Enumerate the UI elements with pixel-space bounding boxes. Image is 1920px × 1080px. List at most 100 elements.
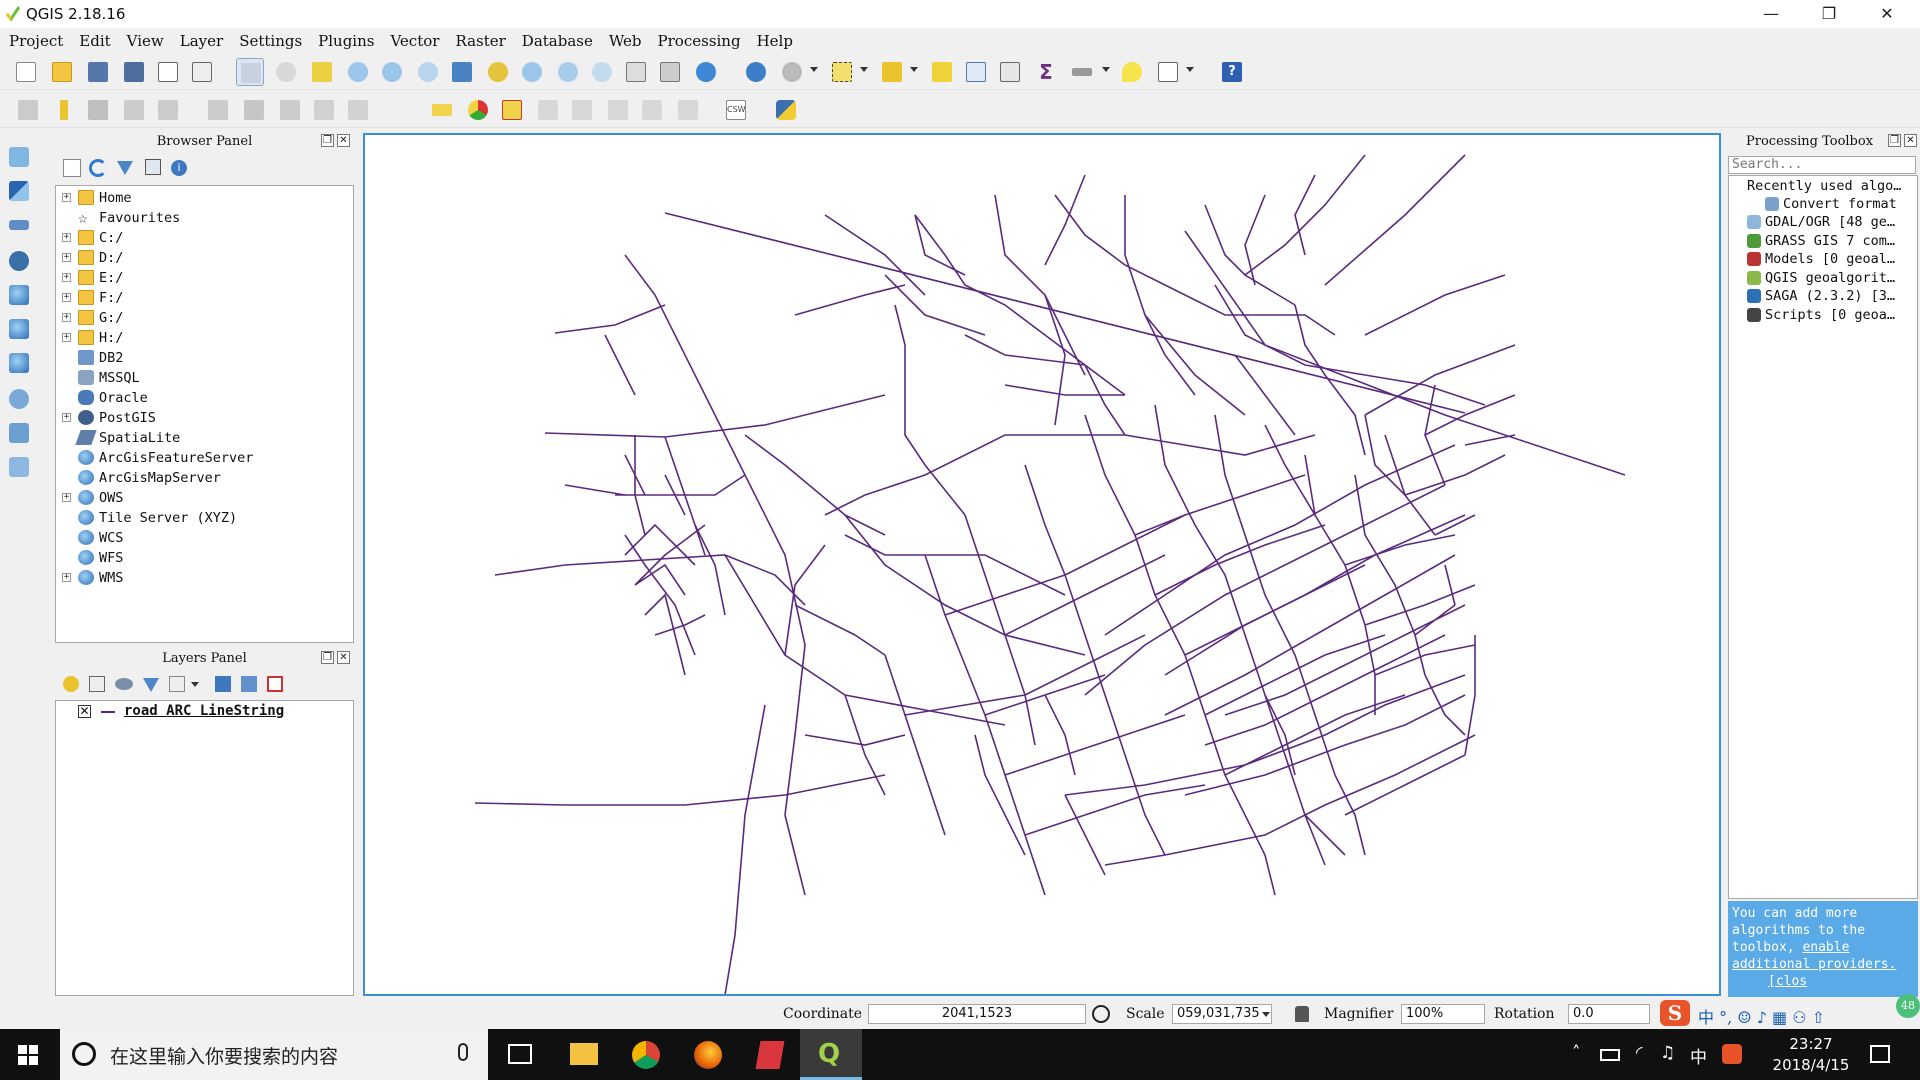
browser-item[interactable]: + OWS (56, 490, 351, 506)
menu-raster[interactable]: Raster (447, 29, 513, 50)
add-wfs-layer-icon[interactable] (6, 350, 32, 376)
qgis-taskbar[interactable]: Q (800, 1029, 862, 1080)
browser-item[interactable]: WFS (56, 550, 351, 566)
add-wcs-layer-icon[interactable] (6, 316, 32, 342)
csw-icon[interactable]: CSW (722, 96, 750, 124)
zoom-last-icon[interactable] (554, 58, 582, 86)
browser-item[interactable]: + E:/ (56, 270, 351, 286)
float-panel-button[interactable]: ❐ (321, 134, 334, 147)
windows-start-icon[interactable] (18, 1045, 38, 1065)
text-annotation-icon[interactable] (1154, 58, 1182, 86)
composer-manager-button[interactable] (188, 58, 216, 86)
browser-item[interactable]: Oracle (56, 390, 351, 406)
sogou-tray-icon[interactable] (1722, 1044, 1742, 1064)
close-toolbox-button[interactable]: ✕ (1904, 134, 1917, 147)
toggle-extents-icon[interactable] (1092, 1005, 1110, 1023)
filter-legend-icon[interactable] (143, 678, 159, 692)
run-feature-action-icon[interactable] (778, 58, 806, 86)
current-edits-icon[interactable] (14, 96, 42, 124)
tray-chevron-icon[interactable]: ˄ (1572, 1043, 1581, 1063)
firefox-taskbar[interactable] (676, 1029, 738, 1080)
browser-item[interactable]: + Home (56, 190, 351, 206)
browser-item[interactable]: ☆ Favourites (56, 210, 351, 227)
expand-icon[interactable]: + (62, 253, 71, 262)
minimize-button[interactable]: — (1742, 0, 1800, 28)
layer-styling-icon[interactable] (63, 676, 79, 692)
show-bookmarks-icon[interactable] (656, 58, 684, 86)
toolbox-item[interactable]: +GRASS GIS 7 com… (1747, 233, 1915, 251)
menu-settings[interactable]: Settings (231, 29, 310, 50)
identify-features-icon[interactable] (742, 58, 770, 86)
zoom-to-layer-icon[interactable] (518, 58, 546, 86)
browser-item[interactable]: Tile Server (XYZ) (56, 510, 351, 526)
refresh-icon[interactable] (692, 58, 720, 86)
menu-web[interactable]: Web (601, 29, 650, 50)
open-attribute-table-icon[interactable] (962, 58, 990, 86)
expand-icon[interactable]: + (62, 333, 71, 342)
battery-icon[interactable] (1600, 1049, 1620, 1061)
expand-all-icon[interactable] (215, 676, 231, 692)
action-center-icon[interactable] (1870, 1045, 1890, 1063)
add-wms-layer-icon[interactable] (6, 282, 32, 308)
zoom-in-icon[interactable] (344, 58, 372, 86)
float-layers-panel-button[interactable]: ❐ (321, 651, 334, 664)
browser-item[interactable]: + PostGIS (56, 410, 351, 426)
expand-icon[interactable]: + (62, 233, 71, 242)
toolbox-item[interactable]: +SAGA (2.3.2) [3… (1747, 288, 1915, 306)
statistical-summary-icon[interactable]: Σ (1032, 58, 1060, 86)
pan-map-button[interactable] (272, 58, 300, 86)
toolbox-search-input[interactable]: Search... (1728, 156, 1916, 174)
volume-icon[interactable]: ♫ (1660, 1043, 1675, 1063)
move-feature-icon[interactable] (154, 96, 182, 124)
add-group-icon[interactable] (89, 676, 105, 692)
layer-name[interactable]: road ARC LineString (124, 703, 284, 719)
browser-item[interactable]: ArcGisMapServer (56, 470, 351, 486)
expand-icon[interactable]: + (62, 293, 71, 302)
add-vector-layer-icon[interactable] (6, 144, 32, 170)
node-tool-icon[interactable] (204, 96, 232, 124)
pan-to-selection-button[interactable] (308, 58, 336, 86)
ime-toolbar[interactable]: 中 °, ☺ ♪ ▦ ⚇ ⇧ (1698, 1004, 1825, 1028)
browser-item[interactable]: + WMS (56, 570, 351, 586)
expand-icon[interactable]: + (62, 193, 71, 202)
field-calculator-icon[interactable] (996, 58, 1024, 86)
measure-line-icon[interactable] (1068, 58, 1096, 86)
zoom-to-selection-icon[interactable] (484, 58, 512, 86)
browser-item[interactable]: MSSQL (56, 370, 351, 386)
ime-indicator[interactable]: 中 (1690, 1043, 1707, 1068)
delete-selected-icon[interactable] (240, 96, 268, 124)
map-canvas[interactable] (363, 133, 1721, 996)
deselect-all-icon[interactable] (928, 58, 956, 86)
toolbox-item[interactable]: +Models [0 geoal… (1747, 251, 1915, 269)
rotation-field[interactable]: 0.0 (1568, 1004, 1650, 1024)
close-panel-button[interactable]: ✕ (337, 134, 350, 147)
filter-browser-icon[interactable] (117, 161, 133, 175)
select-by-value-icon[interactable] (878, 58, 906, 86)
info-icon[interactable]: i (171, 160, 187, 176)
move-label-icon[interactable] (568, 96, 596, 124)
close-button[interactable]: ✕ (1858, 0, 1916, 28)
change-label-icon[interactable] (638, 96, 666, 124)
magnifier-field[interactable]: 100% (1401, 1004, 1485, 1024)
save-project-button[interactable] (84, 58, 112, 86)
menu-project[interactable]: Project (0, 29, 71, 50)
menu-plugins[interactable]: Plugins (310, 29, 382, 50)
browser-item[interactable]: + F:/ (56, 290, 351, 306)
touch-zoom-pan-button[interactable] (236, 58, 264, 86)
expand-icon[interactable]: + (62, 273, 71, 282)
pdf-app-taskbar[interactable] (738, 1029, 800, 1080)
python-console-icon[interactable] (772, 96, 800, 124)
scale-dropdown-icon[interactable] (1262, 1012, 1270, 1017)
close-layers-panel-button[interactable]: ✕ (337, 651, 350, 664)
zoom-native-icon[interactable] (414, 58, 442, 86)
add-delimited-text-icon[interactable] (6, 212, 32, 238)
add-selected-icon[interactable] (63, 159, 81, 177)
browser-item[interactable]: SpatiaLite (56, 430, 351, 446)
new-shapefile-icon[interactable] (6, 386, 32, 412)
clock-date[interactable]: 2018/4/15 (1766, 1056, 1856, 1074)
new-spatialite-icon[interactable] (6, 420, 32, 446)
expand-icon[interactable]: + (62, 493, 71, 502)
file-explorer-taskbar[interactable] (552, 1029, 614, 1080)
label-properties-icon[interactable] (674, 96, 702, 124)
toolbox-item[interactable]: +GDAL/OGR [48 ge… (1747, 214, 1915, 232)
